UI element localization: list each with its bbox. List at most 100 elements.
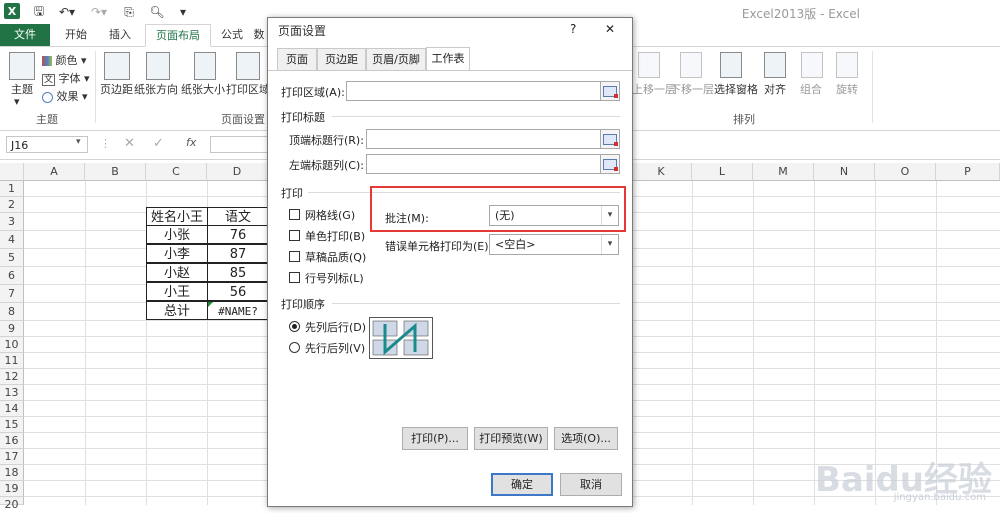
row-header[interactable]: 12 (0, 369, 24, 385)
size-button[interactable]: 纸张大小 (181, 81, 225, 97)
col-header-o[interactable]: O (875, 163, 936, 181)
selection-pane-icon[interactable] (720, 52, 742, 78)
cols-repeat-input[interactable] (366, 154, 601, 174)
rows-repeat-input[interactable] (366, 129, 601, 149)
row-header[interactable]: 14 (0, 401, 24, 417)
print-preview-icon[interactable]: 🔍︎ (146, 3, 168, 21)
col-header-l[interactable]: L (692, 163, 753, 181)
enter-icon[interactable]: ✓ (153, 136, 164, 151)
col-header-p[interactable]: P (936, 163, 1000, 181)
row-header[interactable]: 13 (0, 385, 24, 401)
bring-forward-icon[interactable] (638, 52, 660, 78)
tab-formulas[interactable]: 公式 (214, 24, 250, 46)
print-preview-button[interactable]: 打印预览(W) (474, 427, 548, 450)
table-cell[interactable]: 85 (207, 263, 269, 282)
table-cell[interactable]: 姓名小王 (146, 207, 208, 226)
col-header-k[interactable]: K (631, 163, 692, 181)
colors-button[interactable]: 颜色 ▾ (42, 52, 87, 68)
tab-header-footer[interactable]: 页眉/页脚 (366, 48, 426, 70)
formula-input[interactable] (210, 136, 268, 153)
close-icon[interactable]: ✕ (605, 22, 615, 36)
row-header[interactable]: 2 (0, 197, 24, 213)
tab-margins[interactable]: 页边距 (317, 48, 366, 70)
theme-icon[interactable] (9, 52, 35, 80)
select-all-corner[interactable] (0, 163, 24, 181)
tab-page-layout[interactable]: 页面布局 (145, 24, 211, 47)
align-icon[interactable] (764, 52, 786, 78)
table-cell[interactable]: 小李 (146, 244, 208, 263)
print-area-icon[interactable] (236, 52, 260, 80)
row-header[interactable]: 19 (0, 481, 24, 497)
send-backward-icon[interactable] (680, 52, 702, 78)
undo-icon[interactable]: ↶▾ (56, 3, 78, 21)
customize-qat-icon[interactable]: ▾ (176, 3, 190, 21)
print-area-input[interactable] (346, 81, 601, 101)
tab-data[interactable]: 数 (252, 24, 266, 46)
row-header[interactable]: 11 (0, 353, 24, 369)
error-cell[interactable]: #NAME? (207, 301, 269, 320)
col-header-n[interactable]: N (814, 163, 875, 181)
print-area-button[interactable]: 打印区域 (226, 81, 270, 97)
row-header[interactable]: 9 (0, 321, 24, 337)
selection-pane-button[interactable]: 选择窗格 (714, 81, 758, 97)
send-backward-button[interactable]: 下移一层 (670, 81, 714, 97)
tab-insert[interactable]: 插入 (100, 24, 140, 46)
group-icon[interactable] (801, 52, 823, 78)
row-header[interactable]: 17 (0, 449, 24, 465)
row-header[interactable]: 20 (0, 497, 24, 511)
table-cell[interactable]: 56 (207, 282, 269, 301)
errors-select[interactable]: <空白> ▾ (489, 234, 619, 255)
gridlines-checkbox[interactable] (289, 209, 300, 220)
row-header[interactable]: 16 (0, 433, 24, 449)
table-cell[interactable]: 76 (207, 225, 269, 244)
range-picker-icon[interactable] (600, 81, 620, 101)
options-button[interactable]: 选项(O)... (554, 427, 618, 450)
rotate-icon[interactable] (836, 52, 858, 78)
fonts-button[interactable]: 文 字体 ▾ (42, 70, 90, 86)
row-header[interactable]: 15 (0, 417, 24, 433)
row-header[interactable]: 10 (0, 337, 24, 353)
margins-button[interactable]: 页边距 (100, 81, 133, 97)
print-button[interactable]: 打印(P)... (402, 427, 468, 450)
orientation-icon[interactable] (146, 52, 170, 80)
tab-page[interactable]: 页面 (277, 48, 317, 70)
row-header[interactable]: 7 (0, 285, 24, 303)
name-box-dropdown-icon[interactable]: ▾ (76, 137, 81, 147)
tab-home[interactable]: 开始 (56, 24, 96, 46)
black-white-checkbox[interactable] (289, 230, 300, 241)
margins-icon[interactable] (104, 52, 130, 80)
range-picker-icon[interactable] (600, 154, 620, 174)
table-cell[interactable]: 小赵 (146, 263, 208, 282)
insert-function-icon[interactable]: fx (186, 136, 196, 149)
copy-icon[interactable]: ⎘ (120, 3, 138, 21)
col-header-m[interactable]: M (753, 163, 814, 181)
over-then-down-radio[interactable] (289, 342, 300, 353)
row-header[interactable]: 1 (0, 181, 24, 197)
cancel-button[interactable]: 取消 (560, 473, 622, 496)
table-cell[interactable]: 语文 (207, 207, 269, 226)
save-icon[interactable]: 🖫 (30, 3, 48, 21)
row-header[interactable]: 4 (0, 231, 24, 249)
tab-sheet[interactable]: 工作表 (426, 47, 470, 71)
down-then-over-radio[interactable] (289, 321, 300, 332)
row-header[interactable]: 8 (0, 303, 24, 321)
help-icon[interactable]: ? (570, 22, 576, 36)
table-cell[interactable]: 小王 (146, 282, 208, 301)
tab-file[interactable]: 文件 (0, 24, 50, 46)
col-header-c[interactable]: C (146, 163, 207, 181)
row-header[interactable]: 3 (0, 213, 24, 231)
col-header-a[interactable]: A (24, 163, 85, 181)
col-header-d[interactable]: D (207, 163, 268, 181)
row-header[interactable]: 5 (0, 249, 24, 267)
row-header[interactable]: 6 (0, 267, 24, 285)
redo-icon[interactable]: ↷▾ (88, 3, 110, 21)
effects-button[interactable]: 效果 ▾ (42, 88, 88, 104)
group-button[interactable]: 组合 (800, 81, 822, 97)
headings-checkbox[interactable] (289, 272, 300, 283)
table-cell[interactable]: 小张 (146, 225, 208, 244)
row-header[interactable]: 18 (0, 465, 24, 481)
rotate-button[interactable]: 旋转 (836, 81, 858, 97)
cancel-icon[interactable]: ✕ (124, 136, 135, 151)
ok-button[interactable]: 确定 (491, 473, 553, 496)
orientation-button[interactable]: 纸张方向 (134, 81, 178, 97)
